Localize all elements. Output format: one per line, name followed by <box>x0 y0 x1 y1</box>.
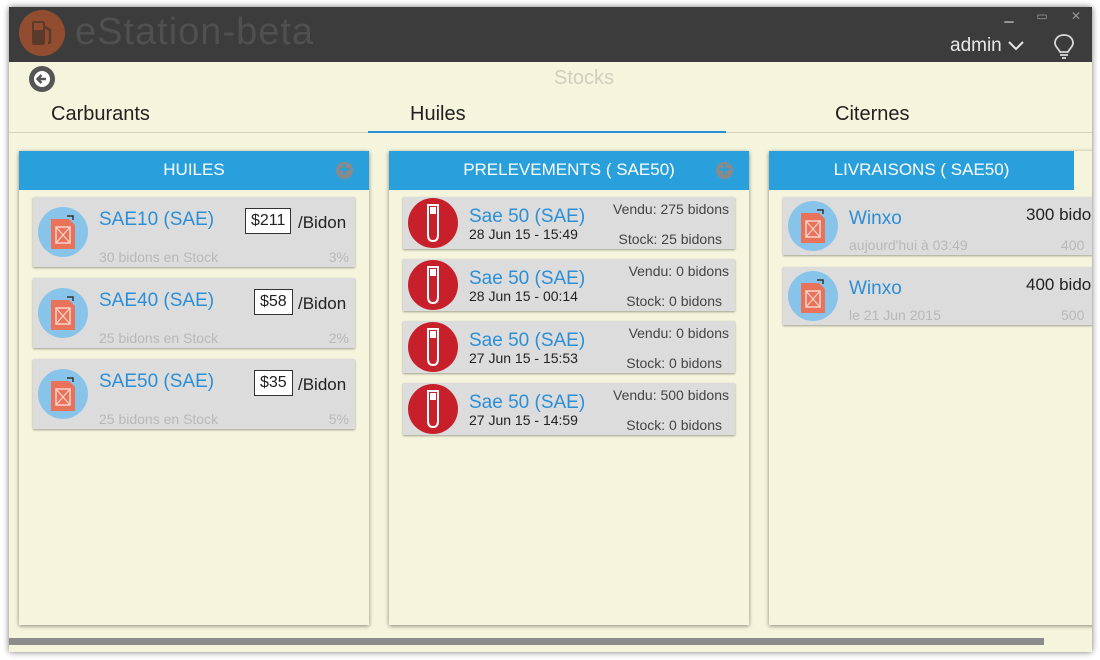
delivery-amount: 400 <box>1061 237 1085 253</box>
oil-card[interactable]: SAE40 (SAE) $58 /Bidon 25 bidons en Stoc… <box>33 278 355 348</box>
panel-header: PRELEVEMENTS ( SAE50) <box>389 151 749 190</box>
prelevement-card[interactable]: Sae 50 (SAE) 27 Jun 15 - 15:53 Vendu: 0 … <box>403 321 735 373</box>
prelevement-name: Sae 50 (SAE) <box>469 206 586 227</box>
maximize-button[interactable]: ▭ <box>1032 9 1052 23</box>
stock-count: Stock: 25 bidons <box>618 231 722 247</box>
close-button[interactable]: ✕ <box>1066 9 1086 23</box>
panel-header: HUILES <box>19 151 369 190</box>
panel-huiles: HUILES + SAE10 (SAE) $211 /Bidon 30 bido… <box>19 151 369 625</box>
oil-percent: 2% <box>328 330 349 346</box>
delivery-quantity: 300 bido <box>1026 205 1092 224</box>
prelevement-name: Sae 50 (SAE) <box>469 392 586 413</box>
canister-icon <box>38 207 88 257</box>
minimize-button[interactable]: ▁ <box>999 9 1019 23</box>
oil-name: SAE50 (SAE) <box>99 371 215 392</box>
oil-percent: 5% <box>328 411 349 427</box>
page-title: Stocks <box>553 67 615 89</box>
prelevement-card[interactable]: Sae 50 (SAE) 27 Jun 15 - 14:59 Vendu: 50… <box>403 383 735 435</box>
sold-count: Vendu: 0 bidons <box>628 263 729 279</box>
user-menu[interactable]: admin <box>950 35 1024 57</box>
delivery-date: le 21 Jun 2015 <box>849 307 941 323</box>
chevron-down-icon <box>1008 41 1024 51</box>
canister-icon <box>788 201 838 251</box>
price-unit: /Bidon <box>298 375 347 394</box>
delivery-date: aujourd'hui à 03:49 <box>849 237 968 253</box>
test-tube-icon <box>408 384 458 434</box>
user-name: admin <box>950 35 1002 56</box>
delivery-card[interactable]: Winxo aujourd'hui à 03:49 300 bido 400 <box>783 197 1092 255</box>
oil-price: $211 <box>245 208 292 234</box>
prelevement-date: 28 Jun 15 - 00:14 <box>469 288 578 304</box>
supplier-name: Winxo <box>849 278 902 299</box>
app-title: eStation-beta <box>75 11 315 53</box>
oil-name: SAE10 (SAE) <box>99 209 215 230</box>
test-tube-icon <box>408 260 458 310</box>
stock-count: Stock: 0 bidons <box>626 293 722 309</box>
title-bar: eStation-beta ▁ ▭ ✕ admin <box>9 7 1092 62</box>
test-tube-icon <box>408 322 458 372</box>
stock-count: Stock: 0 bidons <box>626 355 722 371</box>
add-oil-button[interactable]: + <box>334 160 355 181</box>
delivery-card[interactable]: Winxo le 21 Jun 2015 400 bido 500 <box>783 267 1092 325</box>
oil-percent: 3% <box>328 249 349 265</box>
oil-price: $35 <box>254 370 293 396</box>
panel-header: LIVRAISONS ( SAE50) <box>769 151 1074 190</box>
sold-count: Vendu: 275 bidons <box>613 201 729 217</box>
price-unit: /Bidon <box>298 294 347 313</box>
panel-livraisons: LIVRAISONS ( SAE50) Winxo aujourd'hui à … <box>769 151 1092 625</box>
oil-stock: 25 bidons en Stock <box>99 411 219 427</box>
panel-title: PRELEVEMENTS ( SAE50) <box>463 160 675 179</box>
prelevement-name: Sae 50 (SAE) <box>469 268 586 289</box>
canister-icon <box>38 288 88 338</box>
canister-icon <box>788 271 838 321</box>
app-window: eStation-beta ▁ ▭ ✕ admin Stocks Carbura… <box>9 7 1092 652</box>
prelevement-date: 27 Jun 15 - 15:53 <box>469 350 578 366</box>
tab-carburants[interactable]: Carburants <box>51 103 150 126</box>
scrollbar-thumb[interactable] <box>9 638 1044 645</box>
tab-citernes[interactable]: Citernes <box>835 103 909 126</box>
tab-huiles[interactable]: Huiles <box>410 103 466 126</box>
oil-stock: 30 bidons en Stock <box>99 249 219 265</box>
fuel-pump-icon <box>19 10 65 56</box>
canister-icon <box>38 369 88 419</box>
delivery-amount: 500 <box>1061 307 1085 323</box>
oil-stock: 25 bidons en Stock <box>99 330 219 346</box>
price-unit: /Bidon <box>298 213 347 232</box>
delivery-quantity: 400 bido <box>1026 275 1092 294</box>
oil-price: $58 <box>254 289 293 315</box>
sold-count: Vendu: 500 bidons <box>613 387 729 403</box>
stock-count: Stock: 0 bidons <box>626 417 722 433</box>
lightbulb-icon[interactable] <box>1053 33 1075 64</box>
panel-title: HUILES <box>163 160 225 179</box>
plus-icon: + <box>338 159 351 181</box>
panel-prelevements: PRELEVEMENTS ( SAE50) + Sae 50 (SAE) 28 … <box>389 151 749 625</box>
prelevement-card[interactable]: Sae 50 (SAE) 28 Jun 15 - 15:49 Vendu: 27… <box>403 197 735 249</box>
prelevement-date: 27 Jun 15 - 14:59 <box>469 412 578 428</box>
prelevement-name: Sae 50 (SAE) <box>469 330 586 351</box>
oil-card[interactable]: SAE10 (SAE) $211 /Bidon 30 bidons en Sto… <box>33 197 355 267</box>
oil-name: SAE40 (SAE) <box>99 290 215 311</box>
oil-card[interactable]: SAE50 (SAE) $35 /Bidon 25 bidons en Stoc… <box>33 359 355 429</box>
panel-title: LIVRAISONS ( SAE50) <box>833 160 1010 179</box>
active-tab-indicator <box>368 131 726 133</box>
prelevement-date: 28 Jun 15 - 15:49 <box>469 226 578 242</box>
sold-count: Vendu: 0 bidons <box>628 325 729 341</box>
prelevement-card[interactable]: Sae 50 (SAE) 28 Jun 15 - 00:14 Vendu: 0 … <box>403 259 735 311</box>
supplier-name: Winxo <box>849 208 902 229</box>
test-tube-icon <box>408 198 458 248</box>
plus-icon: + <box>718 159 731 181</box>
add-prelevement-button[interactable]: + <box>714 160 735 181</box>
